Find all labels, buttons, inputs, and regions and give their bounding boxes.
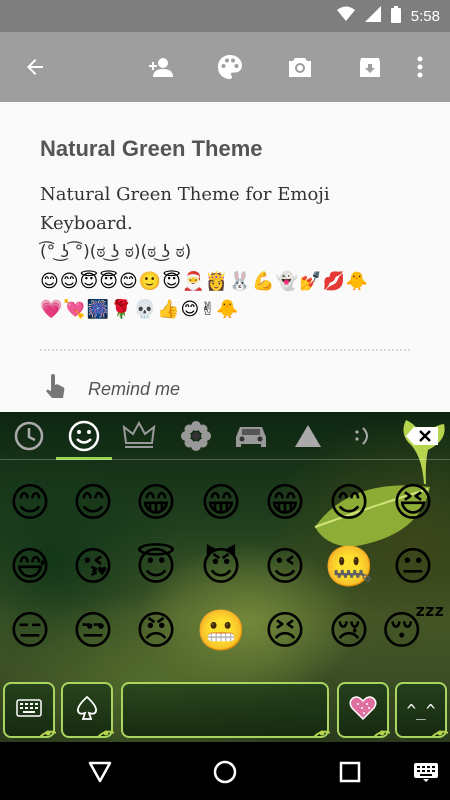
kaomoji-button[interactable]: ^_^ [395,682,448,738]
emoji-key[interactable]: 😆 [388,478,438,528]
emoji-key[interactable]: 😊 [5,478,55,528]
status-bar: 5:58 [0,0,450,32]
smiley-icon[interactable] [64,418,104,454]
emoji-key[interactable]: 😬 [196,606,246,656]
archive-icon[interactable] [356,53,384,81]
camera-icon[interactable] [286,53,314,81]
backspace-icon[interactable] [404,422,440,450]
switch-keyboard-button[interactable] [3,682,56,738]
back-arrow-icon[interactable] [21,53,49,81]
emoji-key[interactable]: 😇 [131,542,181,592]
crown-icon[interactable] [119,418,159,454]
symbols-button[interactable] [61,682,114,738]
flower-icon[interactable] [176,418,216,454]
navigation-bar [0,742,450,800]
emoji-key[interactable]: 😘 [68,542,118,592]
triangle-icon[interactable] [288,418,328,454]
emoji-key[interactable]: 🤐 [324,542,374,592]
vine-decoration-icon [98,730,114,738]
space-bar[interactable] [121,682,330,738]
home-circle-icon[interactable] [212,759,238,785]
vine-decoration-icon [432,730,448,738]
emoji-key[interactable]: 😐 [388,542,438,592]
kaomoji-label: ^_^ [406,700,436,720]
wifi-icon [336,6,355,26]
emoji-key[interactable]: 😠 [131,606,181,656]
app-bar [0,32,450,102]
remind-me-row[interactable]: Remind me [44,374,180,404]
keyboard-bottom-row: ^_^ [0,678,450,742]
vine-decoration-icon [374,730,390,738]
emoji-keyboard: 😊 😊 😁 😁 😁 😊 😆 😅 😘 😇 😈 😉 🤐 😐 😑 😒 😠 😬 😣 😢 … [0,412,450,742]
battery-icon [390,5,401,27]
keyboard-switch-icon[interactable] [412,759,440,785]
divider [0,459,450,460]
emoticon-icon[interactable] [343,418,383,454]
note-body-line: Keyboard. [40,213,133,234]
emoji-category-tabs [0,412,450,460]
note-body[interactable]: Natural Green Theme for Emoji Keyboard. … [40,180,420,267]
emoji-grid: 😊 😊 😁 😁 😁 😊 😆 😅 😘 😇 😈 😉 🤐 😐 😑 😒 😠 😬 😣 😢 … [0,472,450,662]
note-kaomoji-line: (͡° ͜ʖ ͡°)(ಠ ͜ʖ ಠ)(ಠ ͜ʖ ಠ) [40,242,192,262]
sticker-button[interactable] [337,682,390,738]
heart-icon [349,695,377,725]
add-person-icon[interactable] [146,53,174,81]
more-vert-icon[interactable] [406,53,434,81]
touch-hand-icon [44,374,66,404]
emoji-key[interactable]: 😁 [131,478,181,528]
emoji-key[interactable]: 😊 [324,478,374,528]
note-body-line: Natural Green Theme for Emoji [40,184,330,205]
status-time: 5:58 [410,7,440,25]
emoji-key[interactable]: 😒 [68,606,118,656]
keyboard-icon [16,699,42,721]
back-triangle-icon[interactable] [87,759,113,785]
vine-decoration-icon [314,730,330,738]
remind-me-label: Remind me [88,378,181,399]
car-icon[interactable] [231,418,271,454]
spade-icon [76,695,98,724]
note-emoji-line: 💗💘🎆🌹💀👍😊✌🐥 [40,299,240,320]
divider [40,349,410,351]
emoji-key[interactable]: 😊 [68,478,118,528]
recent-icon[interactable] [9,418,49,454]
note-title[interactable]: Natural Green Theme [40,136,263,162]
vine-decoration-icon [40,730,56,738]
emoji-key[interactable]: 😈 [196,542,246,592]
emoji-key[interactable]: 😁 [196,478,246,528]
recents-square-icon[interactable] [337,759,363,785]
emoji-key[interactable]: 😑 [5,606,55,656]
emoji-key[interactable]: 😢 [324,606,374,656]
emoji-key[interactable]: 😣 [260,606,310,656]
note-editor: Natural Green Theme Natural Green Theme … [0,102,450,412]
emoji-key[interactable]: 😁 [260,478,310,528]
signal-icon [364,6,381,26]
emoji-key[interactable]: 😉 [260,542,310,592]
emoji-key[interactable]: 😅 [5,542,55,592]
emoji-key[interactable]: 😴 [381,606,445,656]
note-emoji-line: 😊😊😇😇😊🙂😇🎅👸🐰💪👻💅💋🐥 [40,271,370,292]
palette-icon[interactable] [216,53,244,81]
